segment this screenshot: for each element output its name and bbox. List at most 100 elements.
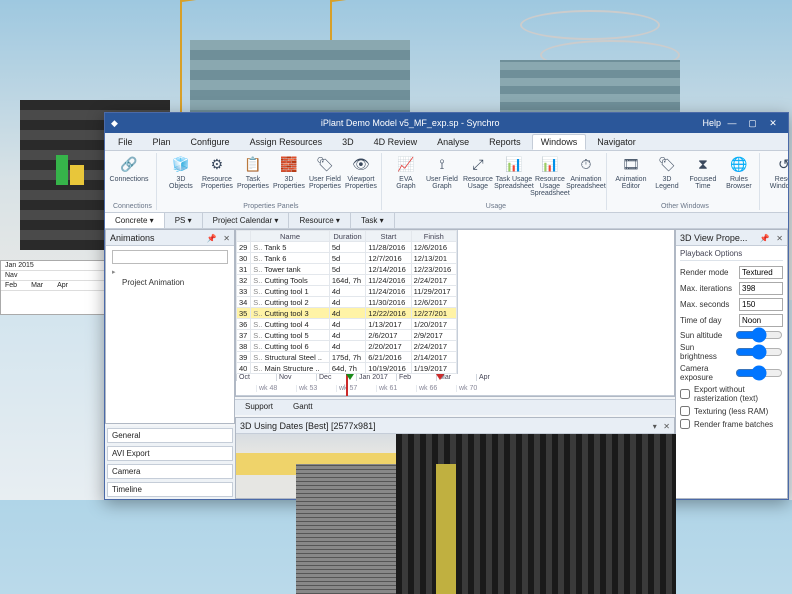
chk-render-batches[interactable] [680, 419, 690, 429]
gantt-row[interactable]: 35S.. Cutting tool 34d12/22/201612/27/20… [237, 308, 457, 319]
gantt-grid[interactable]: NameDurationStartFinish29S.. Tank 55d11/… [236, 230, 458, 374]
menu-reports[interactable]: Reports [480, 134, 530, 150]
close-button[interactable]: ✕ [764, 118, 782, 129]
workspace-tab-concrete[interactable]: Concrete ▾ [105, 213, 165, 228]
tab-gantt[interactable]: Gantt [283, 400, 323, 415]
ribbon-user-field-graph[interactable]: ⟟User Field Graph [426, 153, 458, 190]
maximize-button[interactable]: ▢ [743, 118, 761, 129]
animation-root-node[interactable]: Project Animation [112, 276, 228, 289]
max-seconds-field[interactable] [739, 298, 783, 311]
max-iterations-field[interactable] [739, 282, 783, 295]
close-icon[interactable]: ✕ [776, 234, 783, 243]
gantt-cell: 4d [329, 297, 365, 308]
pin-icon[interactable]: 📌 [760, 234, 770, 243]
ribbon-3d-objects[interactable]: 🧊3D Objects [165, 153, 197, 190]
ribbon-task-properties[interactable]: 📋Task Properties [237, 153, 269, 190]
ribbon-user-field-properties[interactable]: 🏷User Field Properties [309, 153, 341, 190]
gantt-col-header[interactable]: Duration [329, 231, 365, 242]
menu-navigator[interactable]: Navigator [588, 134, 645, 150]
chk-export-raster[interactable] [680, 389, 690, 399]
gantt-row[interactable]: 38S.. Cutting tool 64d2/20/20172/24/2017 [237, 341, 457, 352]
pin-icon[interactable]: 📌 [207, 234, 217, 243]
sun-brightness-slider[interactable] [735, 347, 783, 357]
tab-avi-export[interactable]: AVI Export [107, 446, 233, 461]
gantt-row[interactable]: 34S.. Cutting tool 24d11/30/201612/6/201… [237, 297, 457, 308]
ribbon-3d-legend[interactable]: 🏷3D Legend [651, 153, 683, 190]
minimize-button[interactable]: — [723, 118, 741, 128]
dropdown-icon[interactable]: ▾ [653, 422, 657, 431]
menu-4d-review[interactable]: 4D Review [365, 134, 427, 150]
animations-panel-header[interactable]: Animations 📌 ✕ [106, 230, 234, 246]
ribbon-animation-editor[interactable]: 🎞Animation Editor [615, 153, 647, 190]
help-link[interactable]: Help [702, 118, 720, 128]
column-yellow [436, 464, 456, 594]
gantt-cell: 6/21/2016 [366, 352, 411, 363]
ribbon-resource-usage-spreadsheet[interactable]: 📊Resource Usage Spreadsheet [534, 153, 566, 197]
gantt-row[interactable]: 32S.. Cutting Tools164d, 7h11/24/20162/2… [237, 275, 457, 286]
gantt-row[interactable]: 37S.. Cutting tool 54d2/6/20172/9/2017 [237, 330, 457, 341]
menu-3d[interactable]: 3D [333, 134, 363, 150]
menu-analyse[interactable]: Analyse [428, 134, 478, 150]
ribbon-3d-properties[interactable]: 🧱3D Properties [273, 153, 305, 190]
animations-search[interactable] [112, 250, 228, 264]
gantt-row[interactable]: 30S.. Tank 65d12/7/201612/13/201 [237, 253, 457, 264]
ribbon-label: Focused Time [687, 176, 719, 190]
gantt-chart[interactable]: OctNovDecJan 2017FebMarAprwk 48wk 53wk 5… [236, 374, 674, 396]
close-icon[interactable]: ✕ [223, 234, 230, 243]
close-icon[interactable]: ✕ [663, 422, 670, 431]
time-of-day-field[interactable] [739, 314, 783, 327]
sun-altitude-slider[interactable] [735, 330, 783, 340]
ribbon-group-label: Connections [113, 202, 152, 210]
tab-timeline[interactable]: Timeline [107, 482, 233, 497]
camera-exposure-slider[interactable] [735, 368, 783, 378]
ribbon-viewport-properties[interactable]: 👁Viewport Properties [345, 153, 377, 190]
menu-plan[interactable]: Plan [144, 134, 180, 150]
titlebar[interactable]: ◆ iPlant Demo Model v5_MF_exp.sp - Synch… [105, 113, 788, 133]
ribbon-task-usage-spreadsheet[interactable]: 📊Task Usage Spreadsheet [498, 153, 530, 190]
workspace-tab-project-calendar[interactable]: Project Calendar ▾ [203, 213, 290, 228]
chk-render-batches-label: Render frame batches [694, 420, 783, 429]
workspace-tab-task[interactable]: Task ▾ [351, 213, 395, 228]
gantt-row[interactable]: 31S.. Tower tank5d12/14/201612/23/2016 [237, 264, 457, 275]
gantt-cell: 4d [329, 319, 365, 330]
gantt-col-header[interactable]: Start [366, 231, 411, 242]
menu-assign-resources[interactable]: Assign Resources [241, 134, 332, 150]
ribbon-connections[interactable]: 🔗Connections [113, 153, 145, 183]
menu-configure[interactable]: Configure [182, 134, 239, 150]
gantt-row[interactable]: 40S.. Main Structure ..64d, 7h10/19/2016… [237, 363, 457, 374]
view3d-header[interactable]: 3D Using Dates [Best] [2577x981] ▾ ✕ [236, 418, 674, 434]
gantt-col-header[interactable]: Name [251, 231, 330, 242]
chk-texturing[interactable] [680, 406, 690, 416]
gantt-row[interactable]: 39S.. Structural Steel ..175d, 7h6/21/20… [237, 352, 457, 363]
ribbon-reset-windows[interactable]: ↺Reset Windows [768, 153, 788, 190]
tab-general[interactable]: General [107, 428, 233, 443]
tab-support[interactable]: Support [235, 400, 283, 415]
ribbon-animation-spreadsheet[interactable]: ⏱Animation Spreadsheet [570, 153, 602, 190]
animations-tree[interactable]: ▸ Project Animation [106, 246, 234, 423]
workspace-tab-resource[interactable]: Resource ▾ [289, 213, 350, 228]
ribbon-focused-time[interactable]: ⧗Focused Time [687, 153, 719, 190]
gantt-cell: 11/24/2016 [366, 286, 411, 297]
menu-windows[interactable]: Windows [532, 134, 587, 150]
gantt-cell: 40 [237, 363, 251, 374]
tab-camera[interactable]: Camera [107, 464, 233, 479]
menu-file[interactable]: File [109, 134, 142, 150]
ribbon-rules-browser[interactable]: 🌐Rules Browser [723, 153, 755, 190]
gantt-row[interactable]: 36S.. Cutting tool 44d1/13/20171/20/2017 [237, 319, 457, 330]
view3d-canvas[interactable] [236, 434, 674, 498]
gantt-row[interactable]: 33S.. Cutting tool 14d11/24/201611/29/20… [237, 286, 457, 297]
gantt-panel: NameDurationStartFinish29S.. Tank 55d11/… [235, 229, 675, 397]
gantt-cell: 4d [329, 341, 365, 352]
render-mode-field[interactable] [739, 266, 783, 279]
gantt-cell: S.. Cutting Tools [251, 275, 330, 286]
gantt-col-header[interactable] [237, 231, 251, 242]
ribbon-eva-graph[interactable]: 📈EVA Graph [390, 153, 422, 190]
gantt-col-header[interactable]: Finish [411, 231, 456, 242]
gantt-row[interactable]: 29S.. Tank 55d11/28/201612/6/2016 [237, 242, 457, 253]
ribbon-resource-properties[interactable]: ⚙Resource Properties [201, 153, 233, 190]
props3d-header[interactable]: 3D View Prope... 📌 ✕ [676, 230, 787, 246]
animation-spreadsheet-icon: ⏱ [575, 153, 597, 175]
gantt-cell: S.. Tank 5 [251, 242, 330, 253]
ribbon-resource-usage[interactable]: ⤢Resource Usage [462, 153, 494, 190]
workspace-tab-ps[interactable]: PS ▾ [165, 213, 203, 228]
